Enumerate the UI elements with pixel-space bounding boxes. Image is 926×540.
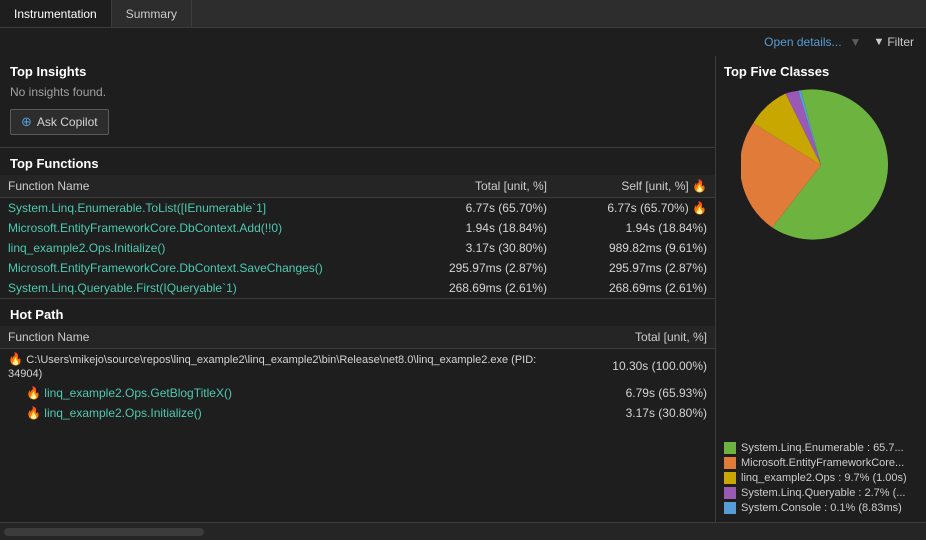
function-name[interactable]: System.Linq.Queryable.First(IQueryable`1… [8,281,237,295]
hotpath-name[interactable]: linq_example2.Ops.Initialize() [44,406,201,420]
function-name[interactable]: System.Linq.Enumerable.ToList([IEnumerab… [8,201,266,215]
function-name[interactable]: linq_example2.Ops.Initialize() [8,241,165,255]
legend-item: System.Console : 0.1% (8.83ms) [724,502,918,514]
tab-summary[interactable]: Summary [112,0,192,27]
function-row: System.Linq.Enumerable.ToList([IEnumerab… [0,198,715,219]
legend-color-swatch [724,487,736,499]
legend-label: System.Linq.Enumerable : 65.7... [741,442,904,454]
tab-bar: Instrumentation Summary [0,0,926,28]
bottom-bar [0,522,926,540]
hotpath-name: C:\Users\mikejo\source\repos\linq_exampl… [8,354,536,380]
right-panel: Top Five Classes System.Linq.Enumerable … [716,56,926,522]
insights-section: Top Insights No insights found. ⊕ Ask Co… [0,56,715,148]
action-bar: Open details... ▼ ▼ Filter [0,28,926,56]
ask-copilot-button[interactable]: ⊕ Ask Copilot [10,109,109,135]
functions-section: Top Functions Function Name Total [unit,… [0,148,715,299]
tab-instrumentation[interactable]: Instrumentation [0,0,112,27]
hotpath-row: 🔥 linq_example2.Ops.GetBlogTitleX() 6.79… [0,383,715,403]
hotpath-row: 🔥 C:\Users\mikejo\source\repos\linq_exam… [0,349,715,384]
functions-title: Top Functions [0,148,715,175]
function-self: 295.97ms (2.87%) [555,258,715,278]
left-panel: Top Insights No insights found. ⊕ Ask Co… [0,56,716,522]
legend-label: Microsoft.EntityFrameworkCore... [741,457,904,469]
flame-icon: 🔥 [26,406,41,420]
legend-color-swatch [724,502,736,514]
copilot-icon: ⊕ [21,114,32,130]
legend-label: System.Console : 0.1% (8.83ms) [741,502,902,514]
function-row: Microsoft.EntityFrameworkCore.DbContext.… [0,218,715,238]
hotpath-total: 3.17s (30.80%) [555,403,715,423]
legend-item: System.Linq.Enumerable : 65.7... [724,442,918,454]
main-content: Top Insights No insights found. ⊕ Ask Co… [0,56,926,522]
function-row: linq_example2.Ops.Initialize() 3.17s (30… [0,238,715,258]
horizontal-scrollbar[interactable] [4,528,204,536]
function-self: 268.69ms (2.61%) [555,278,715,298]
functions-table: Function Name Total [unit, %] Self [unit… [0,175,715,298]
function-total: 3.17s (30.80%) [395,238,555,258]
legend-color-swatch [724,457,736,469]
legend-item: Microsoft.EntityFrameworkCore... [724,457,918,469]
hp-col-total: Total [unit, %] [555,326,715,349]
hp-col-name: Function Name [0,326,555,349]
legend-label: linq_example2.Ops : 9.7% (1.00s) [741,472,907,484]
function-name[interactable]: Microsoft.EntityFrameworkCore.DbContext.… [8,261,323,275]
hotpath-section: Hot Path Function Name Total [unit, %] 🔥… [0,299,715,423]
fn-col-total: Total [unit, %] [395,175,555,198]
pie-chart-container [724,85,918,245]
open-details-link[interactable]: Open details... [764,35,841,49]
function-total: 268.69ms (2.61%) [395,278,555,298]
function-self: 989.82ms (9.61%) [555,238,715,258]
fn-col-self: Self [unit, %] 🔥 [555,175,715,198]
function-total: 295.97ms (2.87%) [395,258,555,278]
hotpath-title: Hot Path [0,299,715,326]
function-self: 6.77s (65.70%) 🔥 [555,198,715,219]
chart-legend: System.Linq.Enumerable : 65.7... Microso… [724,442,918,514]
no-insights-text: No insights found. [0,83,715,105]
hot-icon: 🔥 [692,201,707,215]
hotpath-total: 10.30s (100.00%) [555,349,715,384]
hotpath-table: Function Name Total [unit, %] 🔥 C:\Users… [0,326,715,423]
legend-color-swatch [724,472,736,484]
chart-title: Top Five Classes [724,64,918,79]
function-total: 6.77s (65.70%) [395,198,555,219]
function-row: System.Linq.Queryable.First(IQueryable`1… [0,278,715,298]
function-total: 1.94s (18.84%) [395,218,555,238]
legend-item: linq_example2.Ops : 9.7% (1.00s) [724,472,918,484]
hotpath-row: 🔥 linq_example2.Ops.Initialize() 3.17s (… [0,403,715,423]
insights-title: Top Insights [0,56,715,83]
function-row: Microsoft.EntityFrameworkCore.DbContext.… [0,258,715,278]
legend-label: System.Linq.Queryable : 2.7% (... [741,487,905,499]
legend-item: System.Linq.Queryable : 2.7% (... [724,487,918,499]
flame-icon: 🔥 [26,386,41,400]
hotpath-name[interactable]: linq_example2.Ops.GetBlogTitleX() [44,386,232,400]
function-self: 1.94s (18.84%) [555,218,715,238]
legend-color-swatch [724,442,736,454]
function-name[interactable]: Microsoft.EntityFrameworkCore.DbContext.… [8,221,282,235]
fn-col-name: Function Name [0,175,395,198]
hotpath-total: 6.79s (65.93%) [555,383,715,403]
hot-icon-header: 🔥 [692,179,707,193]
pie-chart [741,85,901,245]
filter-button[interactable]: ▼ Filter [869,35,918,49]
filter-icon: ▼ [873,36,884,48]
root-flame-icon: 🔥 [8,352,23,366]
